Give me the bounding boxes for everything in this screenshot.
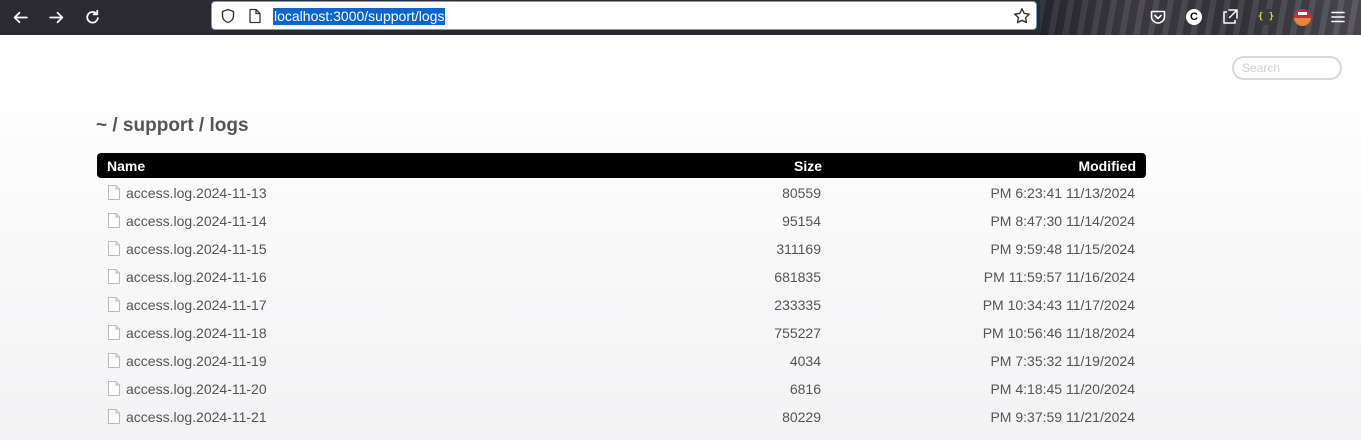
file-size: 95154 bbox=[782, 213, 821, 229]
file-listing: Name Size Modified access.log.2024-11-13… bbox=[97, 153, 1146, 430]
table-row[interactable]: access.log.2024-11-15 311169 PM 9:59:48 11… bbox=[97, 234, 1146, 262]
json-braces-icon[interactable]: { } bbox=[1255, 6, 1277, 28]
table-row[interactable]: access.log.2024-11-19 4034 PM 7:35:32 11/1… bbox=[97, 346, 1146, 374]
file-size: 755227 bbox=[774, 325, 821, 341]
file-modified: PM 4:18:45 11/20/2024 bbox=[990, 381, 1135, 397]
table-row[interactable]: access.log.2024-11-16 681835 PM 11:59:57 1… bbox=[97, 262, 1146, 290]
url-bar[interactable]: localhost:3000/support/logs bbox=[211, 1, 1037, 30]
file-icon bbox=[108, 185, 120, 200]
table-header: Name Size Modified bbox=[97, 153, 1146, 178]
file-size: 6816 bbox=[789, 381, 821, 397]
c-extension-label: C bbox=[1186, 9, 1202, 25]
file-icon bbox=[108, 381, 120, 396]
table-row[interactable]: access.log.2024-11-18 755227 PM 10:56:46 1… bbox=[97, 318, 1146, 346]
share-icon[interactable] bbox=[1219, 6, 1241, 28]
c-extension-icon[interactable]: C bbox=[1183, 6, 1205, 28]
file-name-link[interactable]: access.log.2024-11-15 bbox=[126, 241, 267, 257]
table-row[interactable]: access.log.2024-11-13 80559 PM 6:23:41 11/… bbox=[97, 178, 1146, 206]
back-arrow-icon[interactable] bbox=[7, 5, 33, 29]
file-name-link[interactable]: access.log.2024-11-14 bbox=[126, 213, 267, 229]
column-header-size[interactable]: Size bbox=[794, 158, 822, 174]
file-icon bbox=[108, 241, 120, 256]
table-row[interactable]: access.log.2024-11-17 233335 PM 10:34:43 1… bbox=[97, 290, 1146, 318]
file-size: 4034 bbox=[789, 353, 821, 369]
table-row[interactable]: access.log.2024-11-20 6816 PM 4:18:45 11/2… bbox=[97, 374, 1146, 402]
file-name-link[interactable]: access.log.2024-11-16 bbox=[126, 269, 267, 285]
file-modified: PM 9:37:59 11/21/2024 bbox=[990, 409, 1135, 425]
file-name-link[interactable]: access.log.2024-11-19 bbox=[126, 353, 267, 369]
file-size: 233335 bbox=[774, 297, 821, 313]
file-size: 311169 bbox=[776, 241, 821, 257]
pocket-icon[interactable] bbox=[1147, 6, 1169, 28]
column-header-name[interactable]: Name bbox=[107, 158, 145, 174]
file-name-link[interactable]: access.log.2024-11-13 bbox=[126, 185, 267, 201]
file-name-link[interactable]: access.log.2024-11-20 bbox=[126, 381, 267, 397]
file-name-link[interactable]: access.log.2024-11-18 bbox=[126, 325, 267, 341]
table-body: access.log.2024-11-13 80559 PM 6:23:41 11/… bbox=[97, 178, 1146, 430]
file-icon bbox=[108, 353, 120, 368]
forward-arrow-icon[interactable] bbox=[43, 5, 69, 29]
breadcrumb: ~ / support / logs bbox=[96, 115, 249, 136]
column-header-modified[interactable]: Modified bbox=[1078, 158, 1136, 174]
avatar-extension-icon[interactable] bbox=[1291, 6, 1313, 28]
file-size: 80559 bbox=[782, 185, 821, 201]
file-icon bbox=[108, 213, 120, 228]
url-text[interactable]: localhost:3000/support/logs bbox=[273, 8, 446, 25]
file-modified: PM 9:59:48 11/15/2024 bbox=[990, 241, 1135, 257]
search-input[interactable] bbox=[1232, 56, 1342, 80]
file-modified: PM 10:56:46 11/18/2024 bbox=[982, 325, 1135, 341]
file-name-link[interactable]: access.log.2024-11-17 bbox=[126, 297, 267, 313]
file-icon bbox=[108, 325, 120, 340]
table-row[interactable]: access.log.2024-11-14 95154 PM 8:47:30 11/… bbox=[97, 206, 1146, 234]
browser-toolbar: localhost:3000/support/logs C { } bbox=[0, 0, 1361, 35]
bookmark-star-icon[interactable] bbox=[1013, 7, 1031, 25]
file-modified: PM 6:23:41 11/13/2024 bbox=[990, 185, 1135, 201]
file-modified: PM 10:34:43 11/17/2024 bbox=[982, 297, 1135, 313]
file-name-link[interactable]: access.log.2024-11-21 bbox=[126, 409, 267, 425]
file-icon bbox=[108, 269, 120, 284]
shield-icon[interactable] bbox=[220, 8, 236, 24]
page-icon[interactable] bbox=[248, 8, 262, 24]
file-modified: PM 7:35:32 11/19/2024 bbox=[990, 353, 1135, 369]
file-icon bbox=[108, 297, 120, 312]
menu-icon[interactable] bbox=[1327, 6, 1349, 28]
table-row[interactable]: access.log.2024-11-21 80229 PM 9:37:59 11/… bbox=[97, 402, 1146, 430]
file-icon bbox=[108, 409, 120, 424]
page-content: ~ / support / logs Name Size Modified ac… bbox=[0, 35, 1361, 440]
json-braces-label: { } bbox=[1257, 9, 1275, 25]
file-modified: PM 11:59:57 11/16/2024 bbox=[983, 269, 1135, 285]
file-modified: PM 8:47:30 11/14/2024 bbox=[990, 213, 1135, 229]
file-size: 80229 bbox=[782, 409, 821, 425]
reload-icon[interactable] bbox=[79, 5, 105, 29]
file-size: 681835 bbox=[774, 269, 821, 285]
